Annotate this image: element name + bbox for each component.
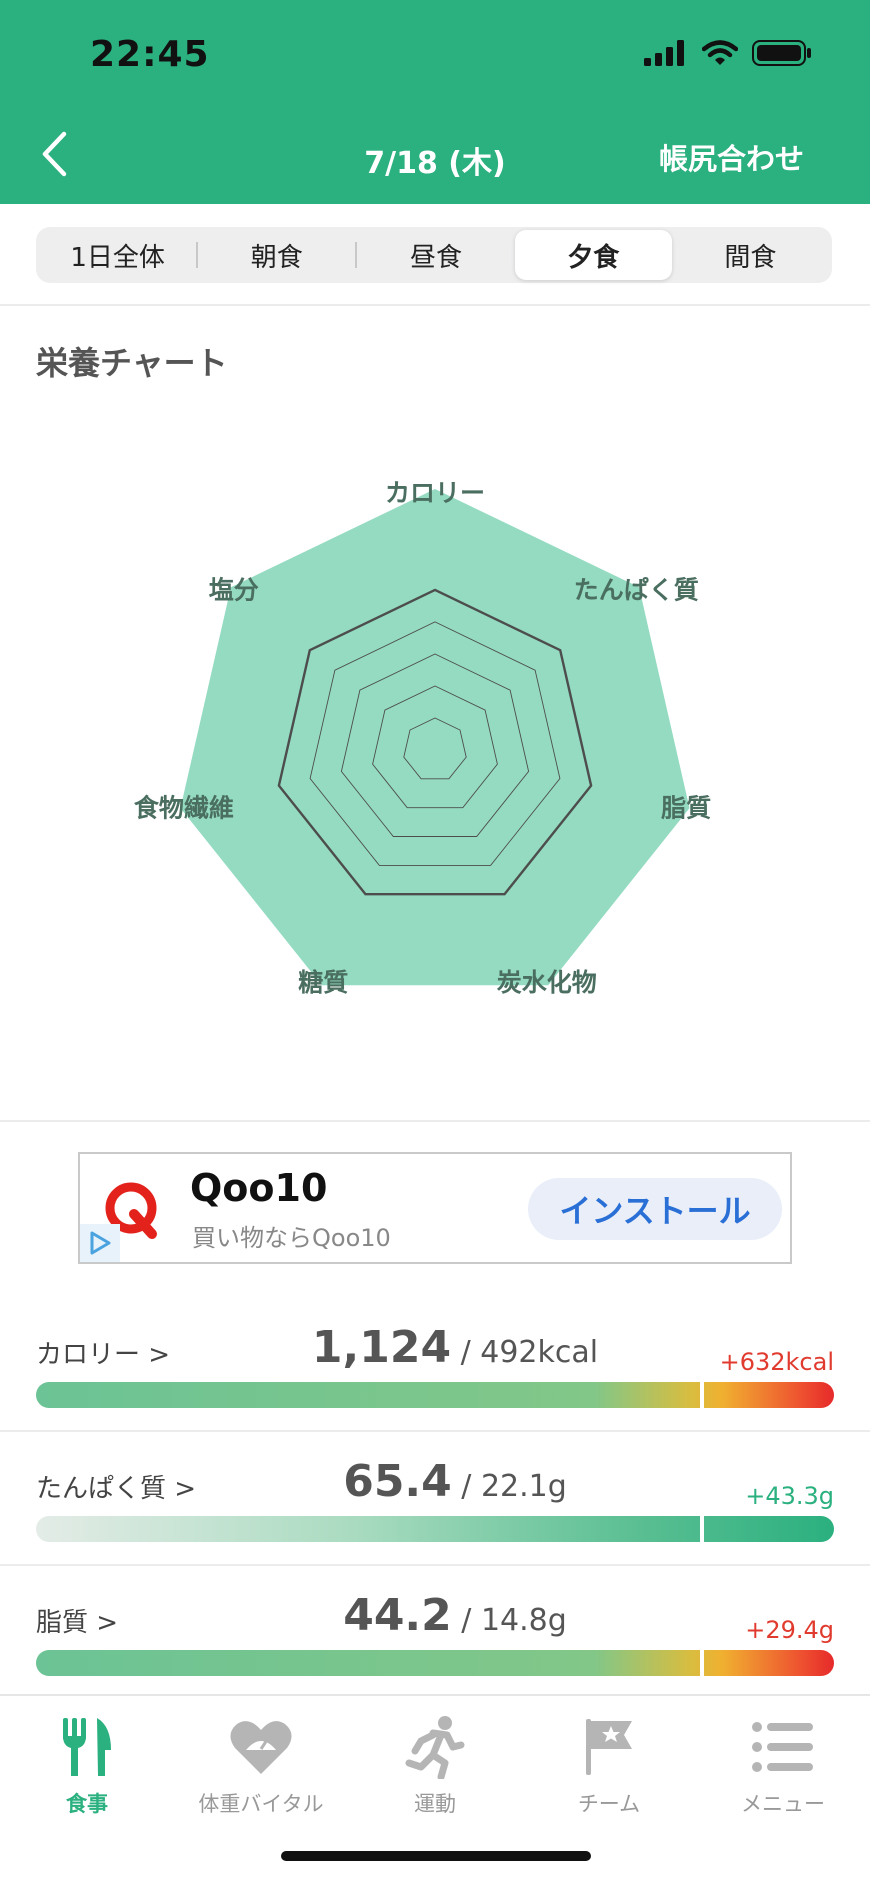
tab-label: 食事 — [66, 1792, 108, 1816]
segment-all-day[interactable]: 1日全体 — [39, 230, 196, 280]
fork-knife-icon — [63, 1718, 111, 1776]
nutrition-radar-chart: カロリーたんぱく質脂質炭水化物 糖質 食物繊維 塩分 — [134, 479, 711, 998]
intake-value: 44.2 — [343, 1590, 452, 1641]
signal-icon — [644, 40, 684, 66]
install-button[interactable]: インストール — [528, 1178, 782, 1240]
nutrient-value: 65.4 / 22.1g — [0, 1456, 870, 1507]
tab-label: メニュー — [741, 1792, 825, 1816]
radar-axis-label: 塩分 — [209, 575, 259, 604]
intake-value: 65.4 — [343, 1456, 452, 1507]
divider — [0, 1430, 870, 1432]
segment-breakfast[interactable]: 朝食 — [198, 230, 355, 280]
battery-icon — [752, 40, 811, 66]
tab-exercise[interactable]: 運動 — [348, 1712, 522, 1818]
target-value: / 492kcal — [451, 1335, 599, 1370]
section-title: 栄養チャート — [36, 344, 228, 382]
radar-axis-label: 脂質 — [661, 793, 711, 822]
status-time: 22:45 — [90, 34, 210, 75]
radar-axis-label: カロリー — [385, 479, 485, 508]
intake-value: 1,124 — [311, 1322, 452, 1373]
diff-value: +632kcal — [719, 1348, 834, 1376]
segment-snack[interactable]: 間食 — [672, 230, 829, 280]
ad-banner[interactable]: Qoo10 買い物ならQoo10 インストール — [78, 1152, 792, 1264]
ad-subtitle: 買い物ならQoo10 — [192, 1224, 391, 1252]
radar-data-area — [180, 489, 690, 986]
progress-bar — [36, 1650, 834, 1676]
progress-bar — [36, 1382, 834, 1408]
target-marker — [700, 1650, 704, 1676]
flag-icon — [586, 1719, 632, 1775]
app-header: 22:45 7/18 (木) 帳尻合わせ — [0, 0, 870, 204]
tab-label: 体重バイタル — [198, 1792, 324, 1816]
tab-meal[interactable]: 食事 — [0, 1712, 174, 1818]
diff-value: +29.4g — [745, 1616, 834, 1644]
tab-team[interactable]: チーム — [522, 1712, 696, 1818]
divider — [0, 1120, 870, 1122]
ad-choices-icon[interactable] — [80, 1224, 120, 1262]
target-marker — [700, 1516, 704, 1542]
divider — [0, 304, 870, 306]
status-icons — [644, 40, 812, 66]
tab-weight-vital[interactable]: 体重バイタル — [174, 1712, 348, 1818]
meal-segmented-control: 1日全体 朝食 昼食 夕食 間食 — [36, 227, 832, 283]
list-menu-icon — [752, 1722, 813, 1772]
divider — [0, 1564, 870, 1566]
diff-value: +43.3g — [745, 1482, 834, 1510]
tab-menu[interactable]: メニュー — [696, 1712, 870, 1818]
ad-title: Qoo10 — [190, 1166, 328, 1210]
home-indicator — [281, 1851, 591, 1861]
progress-bar — [36, 1516, 834, 1542]
nutrient-row-fat[interactable]: 脂質 > 44.2 / 14.8g +29.4g — [0, 1568, 870, 1702]
target-value: / 22.1g — [451, 1469, 567, 1504]
nutrient-row-calorie[interactable]: カロリー > 1,124 / 492kcal +632kcal — [0, 1300, 870, 1434]
running-icon — [405, 1716, 465, 1779]
adjust-button[interactable]: 帳尻合わせ — [659, 136, 804, 178]
nutrient-value: 44.2 / 14.8g — [0, 1590, 870, 1641]
segment-dinner[interactable]: 夕食 — [514, 230, 672, 280]
heart-scale-icon — [230, 1721, 292, 1774]
wifi-icon — [702, 40, 738, 65]
nutrient-row-protein[interactable]: たんぱく質 > 65.4 / 22.1g +43.3g — [0, 1434, 870, 1568]
target-value: / 14.8g — [451, 1603, 567, 1638]
radar-axis-label: 糖質 — [298, 968, 348, 997]
radar-axis-label: 炭水化物 — [497, 968, 597, 997]
radar-axis-label: たんぱく質 — [574, 575, 699, 604]
tab-label: チーム — [577, 1792, 641, 1816]
tab-label: 運動 — [414, 1792, 456, 1816]
segment-lunch[interactable]: 昼食 — [357, 230, 514, 280]
radar-axis-label: 食物繊維 — [134, 793, 234, 822]
target-marker — [700, 1382, 704, 1408]
